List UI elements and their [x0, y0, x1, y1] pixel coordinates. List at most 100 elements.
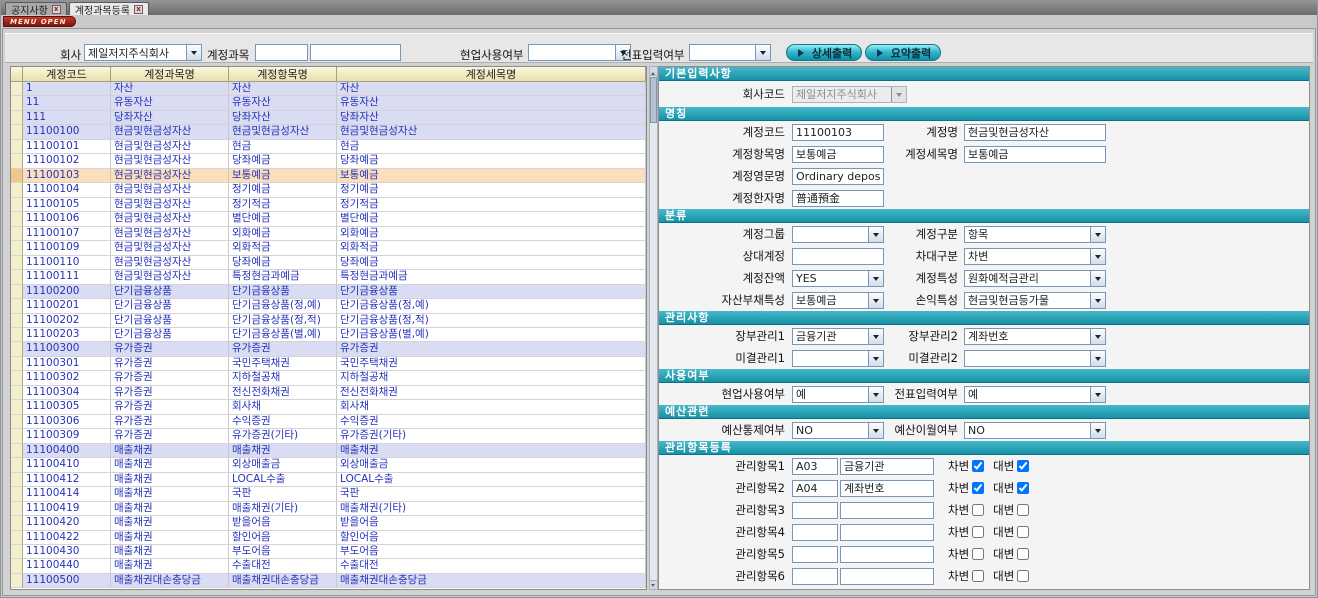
- field-use-panel-select[interactable]: 예: [792, 386, 884, 403]
- account-name-input[interactable]: [310, 44, 401, 61]
- table-row[interactable]: 11100104현금및현금성자산정기예금정기예금: [11, 183, 646, 197]
- detail-print-button[interactable]: 상세출력: [786, 44, 862, 61]
- table-row[interactable]: 11100107현금및현금성자산외화예금외화예금: [11, 227, 646, 241]
- table-row[interactable]: 11100110현금및현금성자산당좌예금당좌예금: [11, 256, 646, 270]
- field-use-select[interactable]: [528, 44, 631, 61]
- asset-liability-trait-select[interactable]: 보통예금: [792, 292, 884, 309]
- credit-checkbox[interactable]: [1017, 482, 1029, 494]
- table-row[interactable]: 11100102현금및현금성자산당좌예금당좌예금: [11, 154, 646, 168]
- debit-checkbox[interactable]: [972, 526, 984, 538]
- table-scrollbar[interactable]: [649, 66, 658, 590]
- ledger1-select[interactable]: 금융기관: [792, 328, 884, 345]
- debit-checkbox[interactable]: [972, 504, 984, 516]
- table-row[interactable]: 11100305유가증권회사채회사채: [11, 400, 646, 414]
- slip-entry-panel-select[interactable]: 예: [964, 386, 1106, 403]
- mgmt-item-code-field[interactable]: [792, 458, 838, 475]
- account-group-select[interactable]: [792, 226, 884, 243]
- budget-carryover-select[interactable]: NO: [964, 422, 1106, 439]
- debit-checkbox[interactable]: [972, 548, 984, 560]
- table-row[interactable]: 11100420매출채권받을어음받을어음: [11, 516, 646, 530]
- scroll-up-icon[interactable]: [650, 67, 657, 76]
- hanja-name-field[interactable]: [792, 190, 884, 207]
- table-row[interactable]: 11100101현금및현금성자산현금현금: [11, 140, 646, 154]
- account-trait-select[interactable]: 원화예적금관리: [964, 270, 1106, 287]
- scroll-down-icon[interactable]: [650, 580, 657, 589]
- debit-checkbox[interactable]: [972, 460, 984, 472]
- table-row[interactable]: 1자산자산자산: [11, 82, 646, 96]
- table-row[interactable]: 11100302유가증권지하철공채지하철공채: [11, 371, 646, 385]
- table-row[interactable]: 11100300유가증권유가증권유가증권: [11, 342, 646, 356]
- table-row[interactable]: 11100203단기금융상품단기금융상품(별,예)단기금융상품(별,예): [11, 328, 646, 342]
- pending1-select[interactable]: [792, 350, 884, 367]
- account-balance-select[interactable]: YES: [792, 270, 884, 287]
- account-name-field[interactable]: [964, 124, 1106, 141]
- table-row[interactable]: 11유동자산유동자산유동자산: [11, 96, 646, 110]
- table-row[interactable]: 11100111현금및현금성자산특정현금과예금특정현금과예금: [11, 270, 646, 284]
- table-row[interactable]: 11100202단기금융상품단기금융상품(정,적)단기금융상품(정,적): [11, 314, 646, 328]
- profit-loss-trait-select[interactable]: 현금및현금등가물: [964, 292, 1106, 309]
- mgmt-item-name-field[interactable]: [840, 546, 934, 563]
- table-row[interactable]: 11100430매출채권부도어음부도어음: [11, 545, 646, 559]
- table-row[interactable]: 11100201단기금융상품단기금융상품(정,예)단기금융상품(정,예): [11, 299, 646, 313]
- table-row[interactable]: 11100500매출채권대손충당금매출채권대손충당금매출채권대손충당금: [11, 574, 646, 588]
- credit-checkbox[interactable]: [1017, 526, 1029, 538]
- close-icon[interactable]: x: [134, 5, 143, 14]
- table-row[interactable]: 11100306유가증권수익증권수익증권: [11, 415, 646, 429]
- table-row[interactable]: 11100414매출채권국판국판: [11, 487, 646, 501]
- table-row[interactable]: 11100304유가증권전신전화채권전신전화채권: [11, 386, 646, 400]
- mgmt-item-name-field[interactable]: [840, 480, 934, 497]
- mgmt-item-name-field[interactable]: [840, 568, 934, 585]
- mgmt-item-code-field[interactable]: [792, 546, 838, 563]
- tab-notice[interactable]: 공지사항 x: [5, 2, 67, 15]
- table-row[interactable]: 11100400매출채권매출채권매출채권: [11, 444, 646, 458]
- table-row[interactable]: 11100106현금및현금성자산별단예금별단예금: [11, 212, 646, 226]
- english-name-field[interactable]: [792, 168, 884, 185]
- table-row[interactable]: 11100412매출채권LOCAL수출LOCAL수출: [11, 473, 646, 487]
- mgmt-item-name-field[interactable]: [840, 502, 934, 519]
- debit-checkbox[interactable]: [972, 482, 984, 494]
- table-row[interactable]: 11100103현금및현금성자산보통예금보통예금: [11, 169, 646, 183]
- item-name-field[interactable]: [792, 146, 884, 163]
- scrollbar-thumb[interactable]: [650, 77, 657, 123]
- pending2-select[interactable]: [964, 350, 1106, 367]
- table-row[interactable]: 11100419매출채권매출채권(기타)매출채권(기타): [11, 502, 646, 516]
- mgmt-item-name-field[interactable]: [840, 524, 934, 541]
- mgmt-item-name-field[interactable]: [840, 458, 934, 475]
- credit-checkbox[interactable]: [1017, 460, 1029, 472]
- table-row[interactable]: 11100410매출채권외상매출금외상매출금: [11, 458, 646, 472]
- mgmt-item-code-field[interactable]: [792, 568, 838, 585]
- account-division-select[interactable]: 항목: [964, 226, 1106, 243]
- detail-name-field[interactable]: [964, 146, 1106, 163]
- tab-bar: 공지사항 x 계정과목등록 x: [1, 1, 1317, 15]
- slip-entry-select[interactable]: [689, 44, 771, 61]
- table-row[interactable]: 111당좌자산당좌자산당좌자산: [11, 111, 646, 125]
- table-row[interactable]: 11100100현금및현금성자산현금및현금성자산현금및현금성자산: [11, 125, 646, 139]
- account-code-field[interactable]: [792, 124, 884, 141]
- table-row[interactable]: 11100422매출채권할인어음할인어음: [11, 531, 646, 545]
- summary-print-button[interactable]: 요약출력: [865, 44, 941, 61]
- mgmt-item-code-field[interactable]: [792, 502, 838, 519]
- table-row[interactable]: 11100301유가증권국민주택채권국민주택채권: [11, 357, 646, 371]
- company-select[interactable]: 제일저지주식회사: [84, 44, 202, 61]
- counter-account-field[interactable]: [792, 248, 884, 265]
- table-row[interactable]: 11100200단기금융상품단기금융상품단기금융상품: [11, 285, 646, 299]
- table-row[interactable]: 11100105현금및현금성자산정기적금정기적금: [11, 198, 646, 212]
- credit-checkbox[interactable]: [1017, 570, 1029, 582]
- table-row[interactable]: 11100440매출채권수출대전수출대전: [11, 559, 646, 573]
- credit-checkbox[interactable]: [1017, 504, 1029, 516]
- company-code-select[interactable]: 제일저지주식회사: [792, 86, 907, 103]
- close-icon[interactable]: x: [52, 5, 61, 14]
- company-code-row: 회사코드 제일저지주식회사: [659, 81, 1309, 107]
- credit-checkbox[interactable]: [1017, 548, 1029, 560]
- tab-account-registration[interactable]: 계정과목등록 x: [69, 2, 149, 15]
- mgmt-item-code-field[interactable]: [792, 524, 838, 541]
- menu-open-button[interactable]: MENU OPEN: [3, 16, 76, 27]
- mgmt-item-code-field[interactable]: [792, 480, 838, 497]
- account-code-input[interactable]: [255, 44, 308, 61]
- table-row[interactable]: 11100309유가증권유가증권(기타)유가증권(기타): [11, 429, 646, 443]
- ledger2-select[interactable]: 계좌번호: [964, 328, 1106, 345]
- debit-checkbox[interactable]: [972, 570, 984, 582]
- debit-credit-division-select[interactable]: 차변: [964, 248, 1106, 265]
- budget-control-select[interactable]: NO: [792, 422, 884, 439]
- table-row[interactable]: 11100109현금및현금성자산외화적금외화적금: [11, 241, 646, 255]
